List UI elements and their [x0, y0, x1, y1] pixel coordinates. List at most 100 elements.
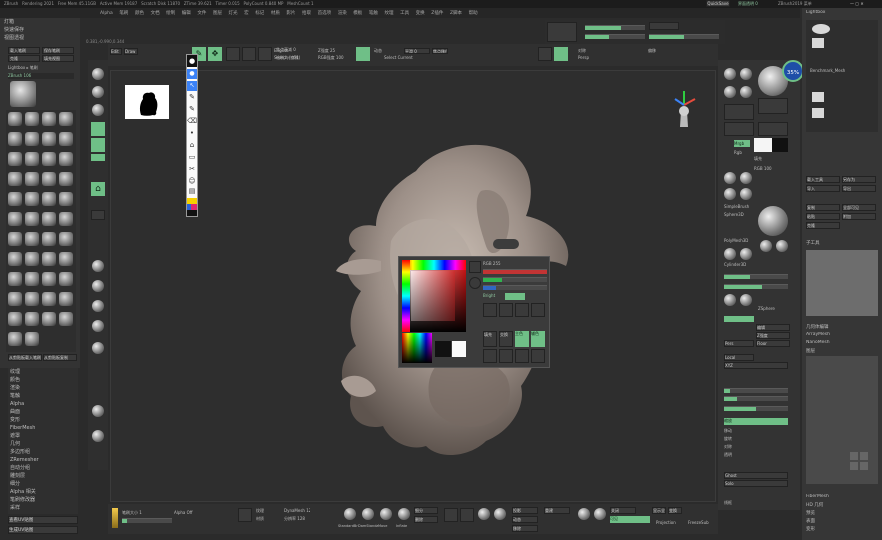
draw-mode-icon[interactable]: [91, 138, 105, 152]
brush-icon[interactable]: [42, 112, 56, 126]
floating-button[interactable]: [493, 239, 519, 249]
menu-list-item[interactable]: ZRemesher: [8, 456, 78, 464]
show-all-button[interactable]: 显示全部: [652, 507, 666, 514]
tool-sphere-icon[interactable]: [724, 86, 736, 98]
brush-icon[interactable]: [25, 172, 39, 186]
brush-icon[interactable]: [42, 172, 56, 186]
subtool-section[interactable]: 子工具: [806, 240, 878, 246]
copy-tool-button[interactable]: 复制: [806, 204, 840, 211]
swap-button[interactable]: 交换: [499, 331, 513, 347]
right-panel-header[interactable]: Lightbox: [806, 10, 878, 16]
subtool-thumbnail[interactable]: [812, 92, 824, 102]
right-shelf-slider[interactable]: [724, 274, 788, 279]
brush-icon[interactable]: [59, 252, 73, 266]
remove-button[interactable]: 移除: [512, 525, 538, 532]
picker-action-button[interactable]: [499, 303, 513, 317]
rebuild-button[interactable]: 重建: [544, 507, 570, 514]
copy-to-clipboard-button[interactable]: 从剪贴板复制: [43, 354, 77, 361]
tool-sphere-icon[interactable]: [740, 172, 752, 184]
layer-icon[interactable]: [860, 452, 868, 460]
tool-icon[interactable]: ✎: [187, 105, 197, 115]
tool-thumbnail[interactable]: [758, 98, 788, 114]
dynamic-label[interactable]: 动态: [374, 48, 400, 54]
stroke-icon[interactable]: [92, 104, 104, 116]
right-shelf-slider[interactable]: [724, 388, 788, 393]
zoom-icon[interactable]: [91, 210, 105, 220]
rgb-slider-b[interactable]: [483, 285, 547, 290]
rgb-slider-g[interactable]: [483, 277, 547, 282]
lightbox-button[interactable]: 灯箱: [2, 18, 78, 26]
fill-button[interactable]: 填充: [483, 331, 497, 347]
menu-list-item[interactable]: 多边形组: [8, 448, 78, 456]
tool-sphere-icon[interactable]: [724, 68, 736, 80]
menu-list-item[interactable]: Alpha 相关: [8, 488, 78, 496]
menu-list-item[interactable]: 颜色: [8, 376, 78, 384]
brush-sphere-icon[interactable]: [344, 508, 356, 520]
main-color-button[interactable]: 主色: [515, 331, 529, 347]
surface-section[interactable]: 表面: [806, 518, 878, 524]
import-button[interactable]: 导入: [806, 185, 840, 192]
secondary-color-swatch[interactable]: [452, 341, 466, 357]
menu-item[interactable]: Alpha: [100, 9, 113, 19]
mrgb-toggle[interactable]: Mrgb: [734, 140, 750, 147]
load-from-clipboard-button[interactable]: 从剪贴板载入笔刷: [8, 354, 42, 361]
shelf-button[interactable]: 编辑: [756, 324, 790, 331]
brush-icon[interactable]: [8, 172, 22, 186]
tool-icon[interactable]: ⌫: [187, 117, 197, 127]
tool-sphere-icon[interactable]: [92, 320, 104, 332]
color-swatch-white[interactable]: [754, 138, 772, 152]
edit-button[interactable]: Edit: [110, 48, 122, 55]
brush-sphere-icon[interactable]: [92, 86, 104, 98]
brush-icon[interactable]: [8, 232, 22, 246]
layer-icon[interactable]: [850, 462, 858, 470]
view-perspective-button[interactable]: 视图透视: [2, 34, 78, 42]
menu-item[interactable]: 编辑: [182, 9, 191, 19]
brush-size-icon[interactable]: [112, 508, 118, 528]
subtool-thumbnail[interactable]: [812, 38, 824, 48]
focus-shift-button[interactable]: 焦点移位: [432, 48, 448, 54]
menu-item[interactable]: 帮助: [469, 9, 478, 19]
layer-icon[interactable]: [850, 452, 858, 460]
color-square-inner[interactable]: [411, 271, 455, 321]
delete-button[interactable]: 删除: [414, 516, 438, 523]
menu-list-item[interactable]: 曲面: [8, 408, 78, 416]
brush-icon[interactable]: [8, 132, 22, 146]
cursor-icon[interactable]: ●: [187, 69, 197, 79]
brush-icon[interactable]: [8, 332, 22, 346]
tool-icon[interactable]: ▭: [187, 153, 197, 163]
quicksave-button[interactable]: QuickSave: [706, 0, 730, 7]
shelf-button[interactable]: Floor: [756, 340, 790, 347]
brush-icon[interactable]: [8, 152, 22, 166]
brush-icon[interactable]: [59, 212, 73, 226]
rotate-mode-button[interactable]: [242, 47, 256, 61]
rgb-slider-r[interactable]: [483, 269, 547, 274]
save-as-button[interactable]: 另存为: [842, 176, 876, 183]
menu-list-item[interactable]: 自动分组: [8, 464, 78, 472]
color-gradient-bottom[interactable]: [402, 333, 432, 363]
draw-button[interactable]: Draw: [124, 48, 138, 55]
top-right-field[interactable]: [547, 22, 577, 42]
tool-icon[interactable]: •: [187, 129, 197, 139]
main-color-swatch[interactable]: [435, 341, 451, 357]
subtool-name[interactable]: Benchmark_Mesh: [810, 68, 876, 74]
brush-icon[interactable]: [8, 252, 22, 266]
brush-icon[interactable]: [42, 272, 56, 286]
menu-item[interactable]: 灯光: [229, 9, 238, 19]
home-icon[interactable]: ⌂: [91, 182, 105, 196]
brush-icon[interactable]: [59, 272, 73, 286]
brush-icon[interactable]: [59, 132, 73, 146]
color-mode-button[interactable]: [505, 293, 525, 300]
brush-icon[interactable]: [42, 252, 56, 266]
tool-sphere-icon[interactable]: [724, 172, 736, 184]
tool-thumbnail[interactable]: [724, 122, 754, 136]
brush-icon[interactable]: [59, 192, 73, 206]
right-shelf-slider[interactable]: [724, 406, 788, 411]
picker-action-button[interactable]: [531, 303, 545, 317]
tool-icon[interactable]: ✂: [187, 165, 197, 175]
picker-icon[interactable]: [469, 261, 481, 273]
menu-item[interactable]: Z插件: [431, 9, 443, 19]
project-button[interactable]: 投影: [512, 507, 538, 514]
menu-item[interactable]: 颜色: [135, 9, 144, 19]
window-controls[interactable]: — ▢ ✕: [850, 1, 878, 7]
tool-sphere-icon[interactable]: [92, 430, 104, 442]
